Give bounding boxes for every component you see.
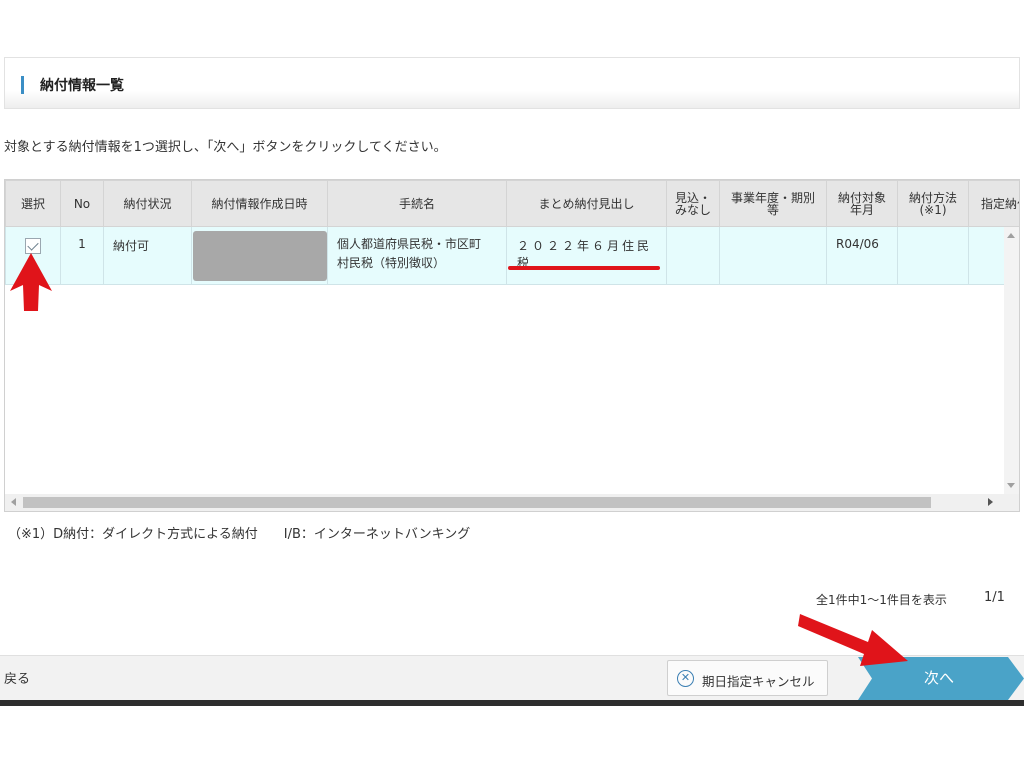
row-target: R04/06 <box>826 226 898 285</box>
instruction-text: 対象とする納付情報を1つ選択し、「次へ」ボタンをクリックしてください。 <box>4 140 447 155</box>
scroll-right-icon[interactable] <box>988 498 993 506</box>
header-period: 事業年度・期別等 <box>719 180 827 227</box>
table-header-row: 選択 No 納付状況 納付情報作成日時 手続名 まとめ納付見出し 見込・ みなし … <box>5 180 1019 227</box>
header-mikomi: 見込・ みなし <box>666 180 720 227</box>
back-link[interactable]: 戻る <box>4 668 30 687</box>
next-button[interactable]: 次へ <box>858 657 1024 700</box>
scrollbar-thumb[interactable] <box>23 497 931 508</box>
redacted-block <box>192 231 327 281</box>
scroll-up-icon[interactable] <box>1007 233 1015 238</box>
cancel-due-date-button[interactable]: ✕ 期日指定キャンセル <box>667 660 828 696</box>
footnote: （※1）D納付：ダイレクト方式による納付 I/B：インターネットバンキング <box>8 523 470 542</box>
scroll-left-icon[interactable] <box>11 498 16 506</box>
header-select: 選択 <box>5 180 61 227</box>
row-select-cell[interactable] <box>5 226 61 285</box>
header-method: 納付方法 (※1) <box>897 180 969 227</box>
row-heading: ２０２２年６月住民税 <box>506 226 667 285</box>
header-procedure: 手続名 <box>327 180 507 227</box>
footer-divider <box>0 700 1024 706</box>
row-procedure: 個人都道府県民税・市区町 村民税（特別徴収） <box>327 226 507 285</box>
scroll-down-icon[interactable] <box>1007 483 1015 488</box>
header-created: 納付情報作成日時 <box>191 180 328 227</box>
table-row[interactable]: 1 納付可 個人都道府県民税・市区町 村民税（特別徴収） ２０２２年６月住民税 R… <box>5 226 1019 285</box>
header-status: 納付状況 <box>103 180 192 227</box>
row-status: 納付可 <box>103 226 192 285</box>
header-no: No <box>60 180 104 227</box>
footnote-ib: I/B：インターネットバンキング <box>283 527 471 542</box>
section-header: 納付情報一覧 <box>4 57 1020 109</box>
horizontal-scrollbar[interactable] <box>5 494 1019 511</box>
payment-info-table: 選択 No 納付状況 納付情報作成日時 手続名 まとめ納付見出し 見込・ みなし … <box>4 179 1020 512</box>
row-method <box>897 226 969 285</box>
header-target: 納付対象 年月 <box>826 180 898 227</box>
pager-page: 1/1 <box>984 590 1005 605</box>
footnote-d-payment: （※1）D納付：ダイレクト方式による納付 <box>8 527 258 542</box>
row-created <box>191 226 328 285</box>
section-title: 納付情報一覧 <box>40 78 124 94</box>
vertical-scrollbar[interactable] <box>1004 227 1019 494</box>
row-mikomi <box>666 226 720 285</box>
header-designated: 指定納付 <box>968 180 1019 227</box>
close-circle-icon: ✕ <box>677 670 694 687</box>
red-underline-annotation <box>508 266 660 270</box>
header-heading: まとめ納付見出し <box>506 180 667 227</box>
row-checkbox[interactable] <box>25 238 41 254</box>
next-button-label: 次へ <box>924 669 955 687</box>
pager-info: 全1件中1～1件目を表示 <box>816 593 947 607</box>
cancel-button-label: 期日指定キャンセル <box>702 674 815 689</box>
row-no: 1 <box>60 226 104 285</box>
section-accent-bar <box>21 76 24 94</box>
row-period <box>719 226 827 285</box>
